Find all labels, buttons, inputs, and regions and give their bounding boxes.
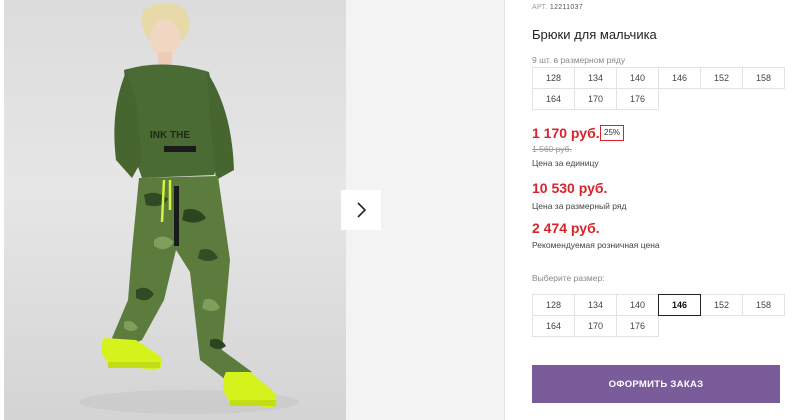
pack-size-cell: 170 xyxy=(574,88,617,110)
old-price: 1 560 руб. xyxy=(532,144,572,154)
pack-size-label: 9 шт. в размерном ряду xyxy=(532,55,626,65)
sku-label: АРТ. xyxy=(532,4,548,11)
size-option[interactable]: 170 xyxy=(574,315,617,337)
pack-size-cell: 134 xyxy=(574,67,617,89)
chevron-right-icon xyxy=(357,202,367,218)
pack-size-grid: 128 134 140 146 152 158 164 170 176 xyxy=(532,67,785,110)
size-option[interactable]: 176 xyxy=(616,315,659,337)
product-gallery: INK THE xyxy=(0,0,504,420)
pack-price: 10 530 руб. xyxy=(532,180,608,196)
product-page: INK THE АРТ. 12211037 Брюки для мальчика… xyxy=(0,0,800,420)
size-option[interactable]: 152 xyxy=(700,294,743,316)
pack-size-cell: 176 xyxy=(616,88,659,110)
sku: АРТ. 12211037 xyxy=(532,4,583,11)
size-option[interactable]: 128 xyxy=(532,294,575,316)
product-title: Брюки для мальчика xyxy=(532,27,657,42)
svg-text:INK THE: INK THE xyxy=(150,130,190,141)
select-size-label: Выберите размер: xyxy=(532,273,605,283)
pack-size-cell: 164 xyxy=(532,88,575,110)
pack-size-cell: 158 xyxy=(742,67,785,89)
discount-badge: 25% xyxy=(600,125,625,141)
size-selector: 128 134 140 146 152 158 164 170 176 xyxy=(532,294,785,337)
size-option[interactable]: 146 xyxy=(658,294,701,316)
rrp-price: 2 474 руб. xyxy=(532,220,600,236)
pack-size-cell: 146 xyxy=(658,67,701,89)
size-option[interactable]: 134 xyxy=(574,294,617,316)
unit-price-caption: Цена за единицу xyxy=(532,158,599,168)
place-order-button[interactable]: ОФОРМИТЬ ЗАКАЗ xyxy=(532,365,780,403)
unit-price: 1 170 руб. xyxy=(532,125,600,141)
size-option[interactable]: 140 xyxy=(616,294,659,316)
size-option[interactable]: 158 xyxy=(742,294,785,316)
pack-size-cell: 152 xyxy=(700,67,743,89)
rrp-price-caption: Рекомендуемая розничная цена xyxy=(532,240,660,250)
product-photo: INK THE xyxy=(4,0,346,420)
pack-size-cell: 140 xyxy=(616,67,659,89)
size-option[interactable]: 164 xyxy=(532,315,575,337)
panel-divider xyxy=(504,0,505,420)
sku-value: 12211037 xyxy=(549,4,583,11)
pack-size-cell: 128 xyxy=(532,67,575,89)
next-image-button[interactable] xyxy=(341,190,381,230)
pack-price-caption: Цена за размерный ряд xyxy=(532,201,627,211)
